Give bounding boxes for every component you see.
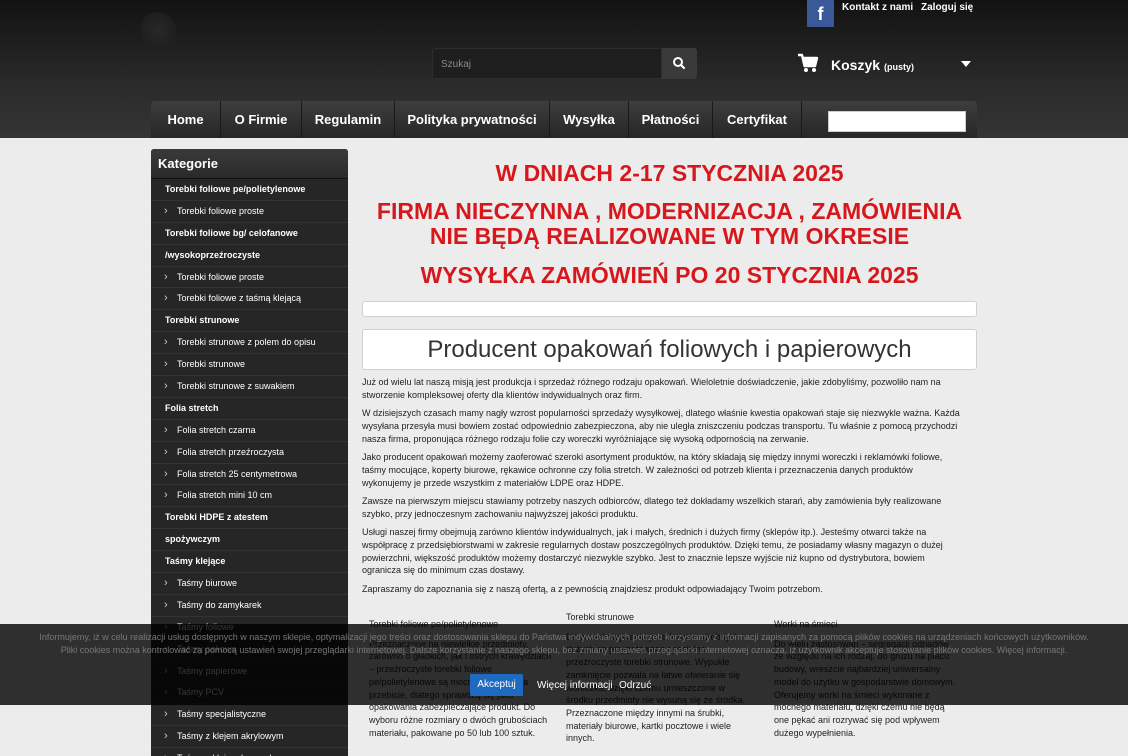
cookie-banner: Informujemy, iż w celu realizacji usług …: [0, 624, 1128, 705]
category-link[interactable]: Folia stretch przeźroczysta: [151, 442, 348, 464]
notice-line-2: FIRMA NIECZYNNA , MODERNIZACJA , ZAMÓWIE…: [376, 198, 963, 249]
cart-button[interactable]: Koszyk (pusty): [831, 57, 914, 73]
nav-item-o-firmie[interactable]: O Firmie: [221, 101, 302, 138]
paragraph: Zapraszamy do zapoznania się z naszą ofe…: [362, 583, 823, 594]
sidebar-title: Kategorie: [151, 149, 348, 179]
category-heading[interactable]: Torebki foliowe bg/ celofanowe: [151, 223, 348, 245]
paragraph: Usługi naszej firmy obejmują zarówno kli…: [362, 527, 943, 576]
category-link[interactable]: Folia stretch 25 centymetrowa: [151, 464, 348, 486]
cookie-text-line: Informujemy, iż w celu realizacji usług …: [39, 632, 1089, 642]
category-heading[interactable]: Torebki HDPE z atestem: [151, 507, 348, 530]
nav-item-home[interactable]: Home: [151, 101, 221, 138]
paragraph: Już od wielu lat naszą misją jest produk…: [362, 377, 941, 400]
search-button[interactable]: [662, 48, 697, 79]
cart-status: (pusty): [884, 62, 915, 72]
cookie-text: Informujemy, iż w celu realizacji usług …: [12, 631, 1116, 657]
cart-icon[interactable]: [797, 53, 819, 73]
category-heading[interactable]: spożywczym: [151, 529, 348, 552]
nav-item-polityka-prywatnosci[interactable]: Polityka prywatności: [395, 101, 550, 138]
category-heading[interactable]: /wysokoprzeźroczyste: [151, 245, 348, 267]
category-link[interactable]: Torebki foliowe z taśmą klejącą: [151, 288, 348, 311]
notice-line-3: WYSYŁKA ZAMÓWIEŃ PO 20 STYCZNIA 2025: [420, 262, 919, 288]
category-link[interactable]: Torebki foliowe proste: [151, 267, 348, 289]
paragraph: Jako producent opakowań możemy zaoferowa…: [362, 452, 943, 488]
category-link[interactable]: Torebki strunowe: [151, 354, 348, 377]
login-link[interactable]: Zaloguj się: [921, 2, 973, 13]
facebook-icon[interactable]: f: [807, 0, 834, 27]
cart-label: Koszyk: [831, 57, 881, 73]
notice-line-1: W DNIACH 2-17 STYCZNIA 2025: [495, 160, 844, 186]
paragraph: W dzisiejszych czasach mamy nagły wzrost…: [362, 408, 960, 444]
empty-banner: [362, 301, 977, 317]
category-link[interactable]: Taśmy do zamykarek: [151, 595, 348, 617]
category-link[interactable]: Taśmy z klejem akrylowym: [151, 726, 348, 749]
paragraph: Zawsze na pierwszym miejscu stawiamy pot…: [362, 496, 942, 519]
category-heading[interactable]: Taśmy klejące: [151, 551, 348, 574]
category-heading[interactable]: Torebki strunowe: [151, 310, 348, 333]
nav-search-input[interactable]: [828, 111, 966, 132]
column-title[interactable]: Torebki strunowe: [566, 611, 751, 624]
category-link[interactable]: Taśmy specjalistyczne: [151, 704, 348, 727]
category-link[interactable]: Taśmy z klejem kauczukowym: [151, 748, 348, 756]
nav-item-platnosci[interactable]: Płatności: [629, 101, 713, 138]
cookie-accept-button[interactable]: Akceptuj: [470, 674, 523, 696]
logo-icon[interactable]: [140, 12, 176, 48]
category-link[interactable]: Torebki strunowe z polem do opisu: [151, 332, 348, 355]
intro-text: Już od wielu lat naszą misją jest produk…: [362, 376, 962, 601]
category-link[interactable]: Folia stretch czarna: [151, 420, 348, 442]
search-icon: [673, 57, 686, 70]
category-link[interactable]: Torebki foliowe proste: [151, 201, 348, 223]
category-link[interactable]: Folia stretch mini 10 cm: [151, 485, 348, 508]
chevron-down-icon[interactable]: [961, 61, 971, 67]
category-heading[interactable]: Folia stretch: [151, 398, 348, 420]
cookie-refuse-link[interactable]: Odrzuć: [619, 680, 651, 691]
page-title: Producent opakowań foliowych i papierowy…: [362, 329, 977, 370]
contact-link[interactable]: Kontakt z nami: [842, 2, 913, 13]
search-input[interactable]: Szukaj: [432, 48, 662, 79]
cookie-more-info-link[interactable]: Więcej informacji: [537, 680, 613, 691]
nav-item-certyfikat[interactable]: Certyfikat: [713, 101, 802, 138]
category-heading[interactable]: Torebki foliowe pe/polietylenowe: [151, 179, 348, 201]
category-link[interactable]: Taśmy biurowe: [151, 573, 348, 595]
cookie-text-line: Pliki cookies można kontrolować za pomoc…: [60, 645, 1068, 655]
nav-item-regulamin[interactable]: Regulamin: [302, 101, 395, 138]
category-link[interactable]: Torebki strunowe z suwakiem: [151, 376, 348, 398]
nav-item-wysylka[interactable]: Wysyłka: [550, 101, 629, 138]
